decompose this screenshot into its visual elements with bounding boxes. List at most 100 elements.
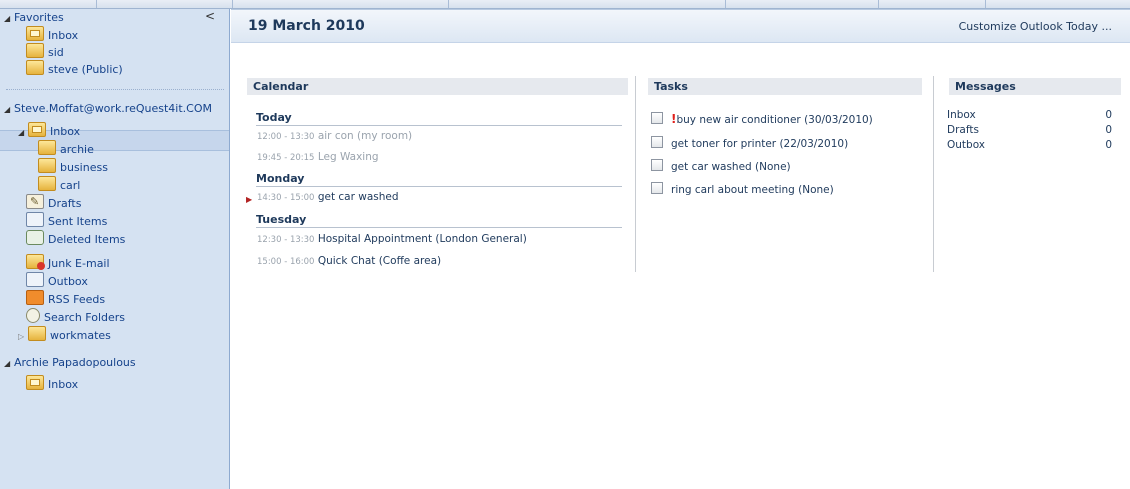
calendar-day-monday: Monday <box>256 171 622 187</box>
column-divider <box>933 76 934 272</box>
account2-inbox[interactable]: Inbox <box>26 375 78 392</box>
task-item[interactable]: get toner for printer (22/03/2010) <box>651 136 848 150</box>
column-divider <box>635 76 636 272</box>
folder-label: Inbox <box>48 378 79 391</box>
folder-sent-items[interactable]: Sent Items <box>26 212 107 229</box>
account-header-archie[interactable]: Archie Papadopoulous <box>4 354 136 371</box>
account-header-steve[interactable]: Steve.Moffat@work.reQuest4it.COM <box>4 100 212 117</box>
calendar-appointment[interactable]: 12:30 - 13:30 Hospital Appointment (Lond… <box>257 233 527 245</box>
folder-label: workmates <box>50 329 111 342</box>
message-folder-label: Inbox <box>947 109 976 121</box>
expand-triangle-icon[interactable] <box>4 10 14 27</box>
folder-label: RSS Feeds <box>48 293 106 306</box>
appointment-subject: Quick Chat (Coffe area) <box>317 255 442 267</box>
calendar-day-today: Today <box>256 110 622 126</box>
folder-label: Search Folders <box>44 311 126 324</box>
folder-business[interactable]: business <box>38 158 108 175</box>
folder-deleted-items[interactable]: Deleted Items <box>26 230 125 247</box>
folder-label: archie <box>60 143 94 156</box>
favorite-inbox[interactable]: Inbox <box>26 26 78 43</box>
expand-triangle-icon[interactable] <box>18 124 28 141</box>
inbox-icon <box>28 122 46 137</box>
rss-icon <box>26 290 44 305</box>
folder-icon <box>38 176 56 191</box>
folder-label: Outbox <box>48 275 88 288</box>
task-checkbox[interactable] <box>651 159 663 171</box>
inbox-icon <box>26 26 44 41</box>
folder-label: business <box>60 161 108 174</box>
folder-drafts[interactable]: Drafts <box>26 193 82 211</box>
account-label: Archie Papadopoulous <box>14 356 136 369</box>
favorites-header[interactable]: Favorites <box>4 9 64 26</box>
messages-row-drafts[interactable]: Drafts 0 <box>947 124 1112 136</box>
collapse-nav-button[interactable]: < <box>205 9 215 23</box>
calendar-day-tuesday: Tuesday <box>256 212 622 228</box>
folder-label: Inbox <box>50 125 81 138</box>
collapsed-triangle-icon[interactable] <box>18 328 28 345</box>
messages-row-inbox[interactable]: Inbox 0 <box>947 109 1112 121</box>
sent-items-icon <box>26 212 44 227</box>
appointment-time: 12:00 - 13:30 <box>257 132 315 142</box>
outlook-today-pane: 19 March 2010 Customize Outlook Today ..… <box>231 9 1130 489</box>
message-folder-label: Drafts <box>947 124 979 136</box>
calendar-appointment[interactable]: 19:45 - 20:15 Leg Waxing <box>257 151 379 163</box>
ribbon-divider <box>725 0 726 8</box>
task-label: get toner for printer (22/03/2010) <box>671 138 849 150</box>
ribbon-strip <box>0 0 1130 9</box>
favorite-steve-public[interactable]: steve (Public) <box>26 60 123 77</box>
task-item[interactable]: ring carl about meeting (None) <box>651 182 834 196</box>
folder-icon <box>26 60 44 75</box>
favorite-sid[interactable]: sid <box>26 43 64 60</box>
expand-triangle-icon[interactable] <box>4 355 14 372</box>
task-checkbox[interactable] <box>651 182 663 194</box>
task-label: get car washed (None) <box>671 161 791 173</box>
folder-outbox[interactable]: Outbox <box>26 272 88 289</box>
ribbon-divider <box>878 0 879 8</box>
folder-archie[interactable]: archie <box>38 140 94 157</box>
folder-junk-email[interactable]: Junk E-mail <box>26 254 110 271</box>
folder-icon <box>38 158 56 173</box>
page-title-date: 19 March 2010 <box>248 18 365 34</box>
folder-rss-feeds[interactable]: RSS Feeds <box>26 290 105 307</box>
folder-icon <box>38 140 56 155</box>
folder-search-folders[interactable]: Search Folders <box>26 308 125 325</box>
folder-label: Drafts <box>48 197 82 210</box>
appointment-subject: Hospital Appointment (London General) <box>317 233 527 245</box>
ribbon-divider <box>448 0 449 8</box>
appointment-time: 12:30 - 13:30 <box>257 235 315 245</box>
calendar-header[interactable]: Calendar <box>247 78 628 95</box>
calendar-appointment[interactable]: 14:30 - 15:00 get car washed <box>257 191 399 203</box>
task-item[interactable]: !buy new air conditioner (30/03/2010) <box>651 112 873 126</box>
expand-triangle-icon[interactable] <box>4 101 14 118</box>
messages-header[interactable]: Messages <box>949 78 1121 95</box>
appointment-subject: get car washed <box>317 191 399 203</box>
ribbon-divider <box>232 0 233 8</box>
folder-carl[interactable]: carl <box>38 176 80 193</box>
calendar-appointment[interactable]: 12:00 - 13:30 air con (my room) <box>257 130 412 142</box>
appointment-subject: air con (my room) <box>317 130 413 142</box>
task-item[interactable]: get car washed (None) <box>651 159 791 173</box>
task-checkbox[interactable] <box>651 136 663 148</box>
inbox-icon <box>26 375 44 390</box>
message-folder-label: Outbox <box>947 139 986 151</box>
account-label: Steve.Moffat@work.reQuest4it.COM <box>14 102 212 115</box>
folder-label: Junk E-mail <box>48 257 110 270</box>
messages-row-outbox[interactable]: Outbox 0 <box>947 139 1112 151</box>
task-checkbox[interactable] <box>651 112 663 124</box>
appointment-time: 14:30 - 15:00 <box>257 193 315 203</box>
task-label: buy new air conditioner (30/03/2010) <box>676 114 873 126</box>
tasks-header[interactable]: Tasks <box>648 78 922 95</box>
calendar-appointment[interactable]: 15:00 - 16:00 Quick Chat (Coffe area) <box>257 255 441 267</box>
search-folder-icon <box>26 308 40 323</box>
message-count: 0 <box>1105 139 1112 151</box>
folder-workmates[interactable]: workmates <box>18 326 111 343</box>
ribbon-divider <box>985 0 986 8</box>
customize-outlook-today-link[interactable]: Customize Outlook Today ... <box>959 20 1112 33</box>
outlook-today-header: 19 March 2010 Customize Outlook Today ..… <box>231 9 1130 43</box>
task-label: ring carl about meeting (None) <box>671 184 834 196</box>
account1-inbox[interactable]: Inbox <box>18 122 80 139</box>
message-count: 0 <box>1105 109 1112 121</box>
divider <box>6 89 224 90</box>
outbox-icon <box>26 272 44 287</box>
next-appointment-arrow-icon: ▶ <box>246 195 253 204</box>
